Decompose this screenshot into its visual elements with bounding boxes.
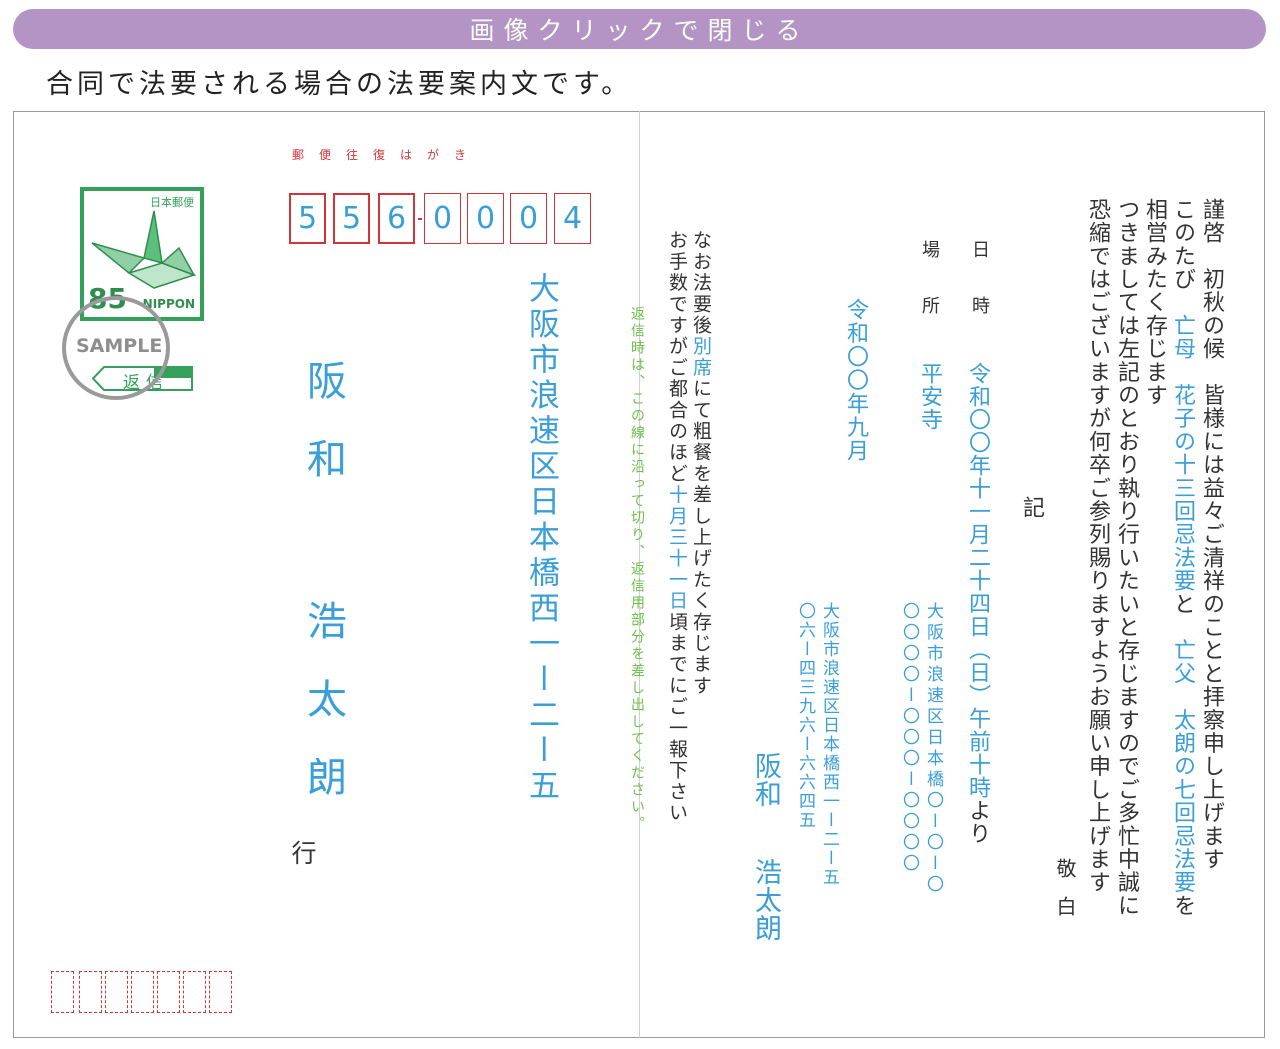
postal-digit-5: 0 <box>467 193 504 244</box>
date-label: 日 時 <box>969 240 990 324</box>
sender-date: 令和〇〇年九月 <box>843 298 868 463</box>
small-code-box <box>183 971 206 1013</box>
date-value: 令和〇〇年十一月二十四日（日）午前十時より <box>965 362 990 845</box>
letter-line-1: 謹啓 初秋の候 皆様には益々ご清祥のことと拝察申し上げます <box>1199 198 1224 871</box>
sender-given-name: 浩太朗 <box>750 858 781 942</box>
sender-surname: 阪和 <box>750 752 781 808</box>
postcard-header-label: 郵便往復はがき <box>292 148 482 162</box>
sender-address: 大阪市浪速区日本橋西一ー二ー五 <box>819 602 839 887</box>
letter-line-2: このたび 亡母 花子の十三回忌法要と 亡父 太朗の七回忌法要を <box>1170 198 1195 918</box>
postal-digit-2: 5 <box>333 193 370 244</box>
ki-heading: 記 <box>1019 496 1044 518</box>
postal-digit-7: 4 <box>554 193 591 244</box>
postal-dash <box>418 218 422 220</box>
recipient-given-name: 浩太朗 <box>300 600 346 834</box>
close-image-button[interactable]: 画像クリックで閉じる <box>13 9 1266 49</box>
postal-digit-4: 0 <box>424 193 461 244</box>
recipient-address: 大阪市浪速区日本橋西一ー二ー五 <box>523 272 559 805</box>
sample-mark: SAMPLE <box>76 335 163 357</box>
small-code-box <box>51 971 74 1013</box>
note-line-2: お手数ですがご都合のほど十月三十一日頃までにご一報下さい <box>666 230 688 824</box>
letter-line-4: つきましては左記のとおり執り行いたいと存じますのでご多忙中誠に <box>1114 198 1139 918</box>
postal-digit-3: 6 <box>378 193 415 244</box>
small-code-box <box>105 971 128 1013</box>
small-code-box <box>131 971 154 1013</box>
postal-digit-6: 0 <box>510 193 547 244</box>
postal-digit-1: 5 <box>289 193 326 244</box>
intro-text: 合同で法要される場合の法要案内文です。 <box>46 69 633 100</box>
note-line-1: なお法要後別席にて粗餐を差し上げたく存じます <box>690 230 712 697</box>
place-label: 場 所 <box>919 240 940 324</box>
paper-crane-icon <box>91 210 197 289</box>
sender-phone: 〇六ー四三九六ー六六四五 <box>795 602 815 830</box>
place-phone: 〇〇〇〇ー〇〇〇ー〇〇〇〇 <box>899 602 919 875</box>
recipient-suffix: 行 <box>288 840 317 865</box>
recipient-surname: 阪和 <box>300 360 346 516</box>
small-code-box <box>79 971 102 1013</box>
small-code-box <box>157 971 180 1013</box>
letter-line-5: 恐縮ではございますが何卒ご参列賜りますようお願い申し上げます <box>1085 198 1110 894</box>
place-address: 大阪市浪速区日本橋〇ー〇ー〇 <box>923 602 943 896</box>
small-code-box <box>209 971 232 1013</box>
closing-word: 敬白 <box>1053 858 1077 934</box>
place-value: 平安寺 <box>917 362 942 431</box>
letter-line-3: 相営みたく存じます <box>1142 198 1167 407</box>
cut-instruction: 返信時は、この線に沿って切り、返信用部分を差し出してください。 <box>629 306 645 833</box>
